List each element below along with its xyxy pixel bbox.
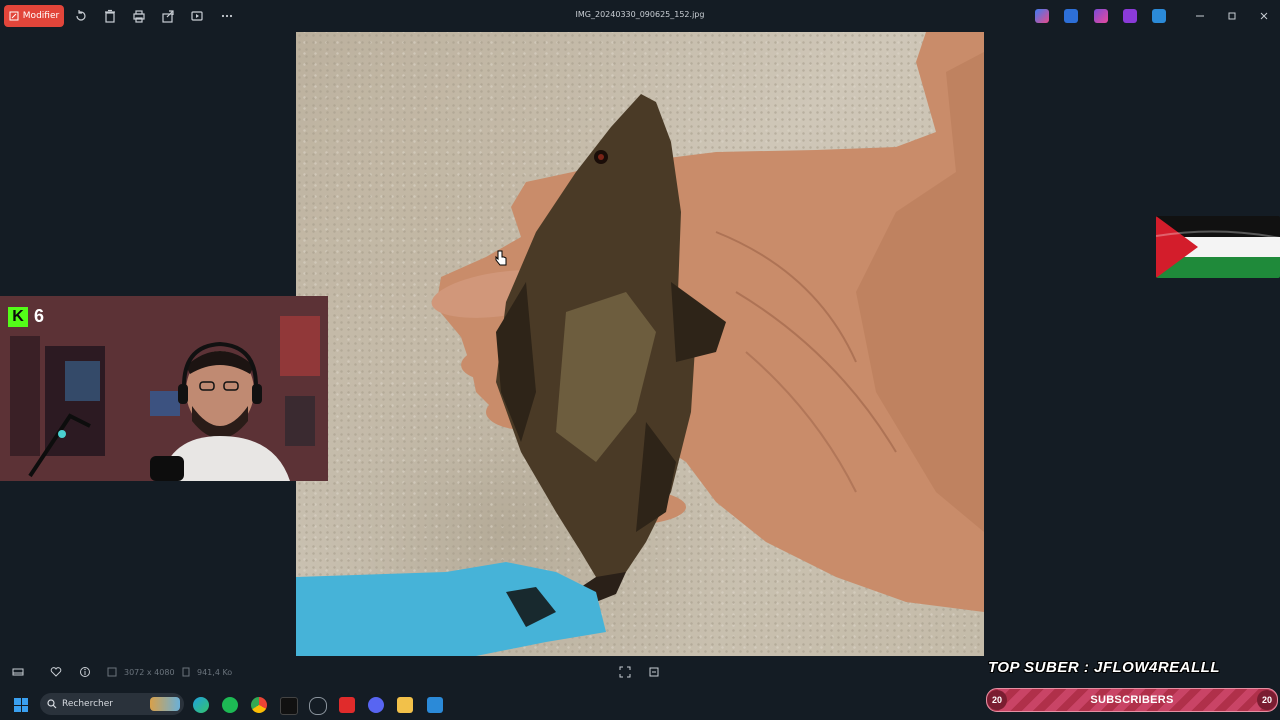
subscriber-goal-bar: 20 SUBSCRIBERS 20 [986, 688, 1278, 712]
fit-to-window-icon[interactable] [617, 664, 633, 680]
restore-icon[interactable] [1224, 8, 1240, 24]
webcam-scene [0, 296, 328, 481]
chrome-icon[interactable] [251, 697, 267, 713]
blue-sleeve [296, 562, 606, 656]
file-size: 941,4 Ko [197, 668, 233, 677]
search-label: Rechercher [62, 699, 113, 709]
edit-button-label: Modifier [22, 11, 60, 21]
copilot-icon[interactable] [1035, 9, 1049, 23]
status-bar: 3072 x 4080 941,4 Ko [0, 660, 980, 684]
kick-viewer-badge: K 6 [8, 306, 44, 327]
onedrive-icon[interactable] [1152, 9, 1166, 23]
taskbar-search[interactable]: Rechercher [40, 693, 184, 715]
clipchamp-icon[interactable] [1094, 9, 1108, 23]
edit-button[interactable]: Modifier [4, 5, 64, 27]
subscriber-label: SUBSCRIBERS [1090, 694, 1174, 706]
close-icon[interactable] [1256, 8, 1272, 24]
actual-size-icon[interactable] [646, 664, 662, 680]
main-photo [296, 32, 984, 656]
edit-icon [9, 11, 19, 21]
subscriber-current: 20 [987, 690, 1007, 710]
file-size-icon [178, 664, 194, 680]
dimensions-icon [104, 664, 120, 680]
kick-logo: K [8, 306, 28, 327]
more-options-icon[interactable] [219, 8, 235, 24]
favorite-icon[interactable] [48, 664, 64, 680]
delete-icon[interactable] [102, 8, 118, 24]
app-red-icon[interactable] [339, 697, 355, 713]
info-icon[interactable] [77, 664, 93, 680]
obs-icon[interactable] [309, 697, 327, 715]
share-icon[interactable] [160, 8, 176, 24]
spotify-icon[interactable] [222, 697, 238, 713]
top-suber-text: TOP SUBER : JFLOW4REALLL [988, 659, 1221, 676]
photos-icon[interactable] [427, 697, 443, 713]
top-toolbar: Modifier IMG_20240330_090625_152.jpg [0, 0, 1280, 32]
file-title: IMG_20240330_090625_152.jpg [575, 10, 705, 19]
photo-drawing [296, 32, 984, 656]
video-editor-icon[interactable] [1123, 9, 1137, 23]
search-highlight-icon [150, 697, 180, 711]
designer-icon[interactable] [1064, 9, 1078, 23]
search-icon [47, 699, 57, 709]
print-icon[interactable] [131, 8, 147, 24]
windows-start-icon[interactable] [14, 698, 28, 712]
webcam-overlay: K 6 [0, 296, 328, 481]
slideshow-icon[interactable] [189, 8, 205, 24]
viewer-count: 6 [34, 306, 45, 326]
image-dimensions: 3072 x 4080 [124, 668, 175, 677]
edge-icon[interactable] [193, 697, 209, 713]
rotate-icon[interactable] [73, 8, 89, 24]
filmstrip-icon[interactable] [10, 664, 26, 680]
tiktok-icon[interactable] [280, 697, 298, 715]
discord-icon[interactable] [368, 697, 384, 713]
palestine-flag [1156, 216, 1280, 278]
cursor-hand-icon [495, 250, 507, 266]
file-explorer-icon[interactable] [397, 697, 413, 713]
subscriber-goal: 20 [1257, 690, 1277, 710]
minimize-icon[interactable] [1192, 8, 1208, 24]
